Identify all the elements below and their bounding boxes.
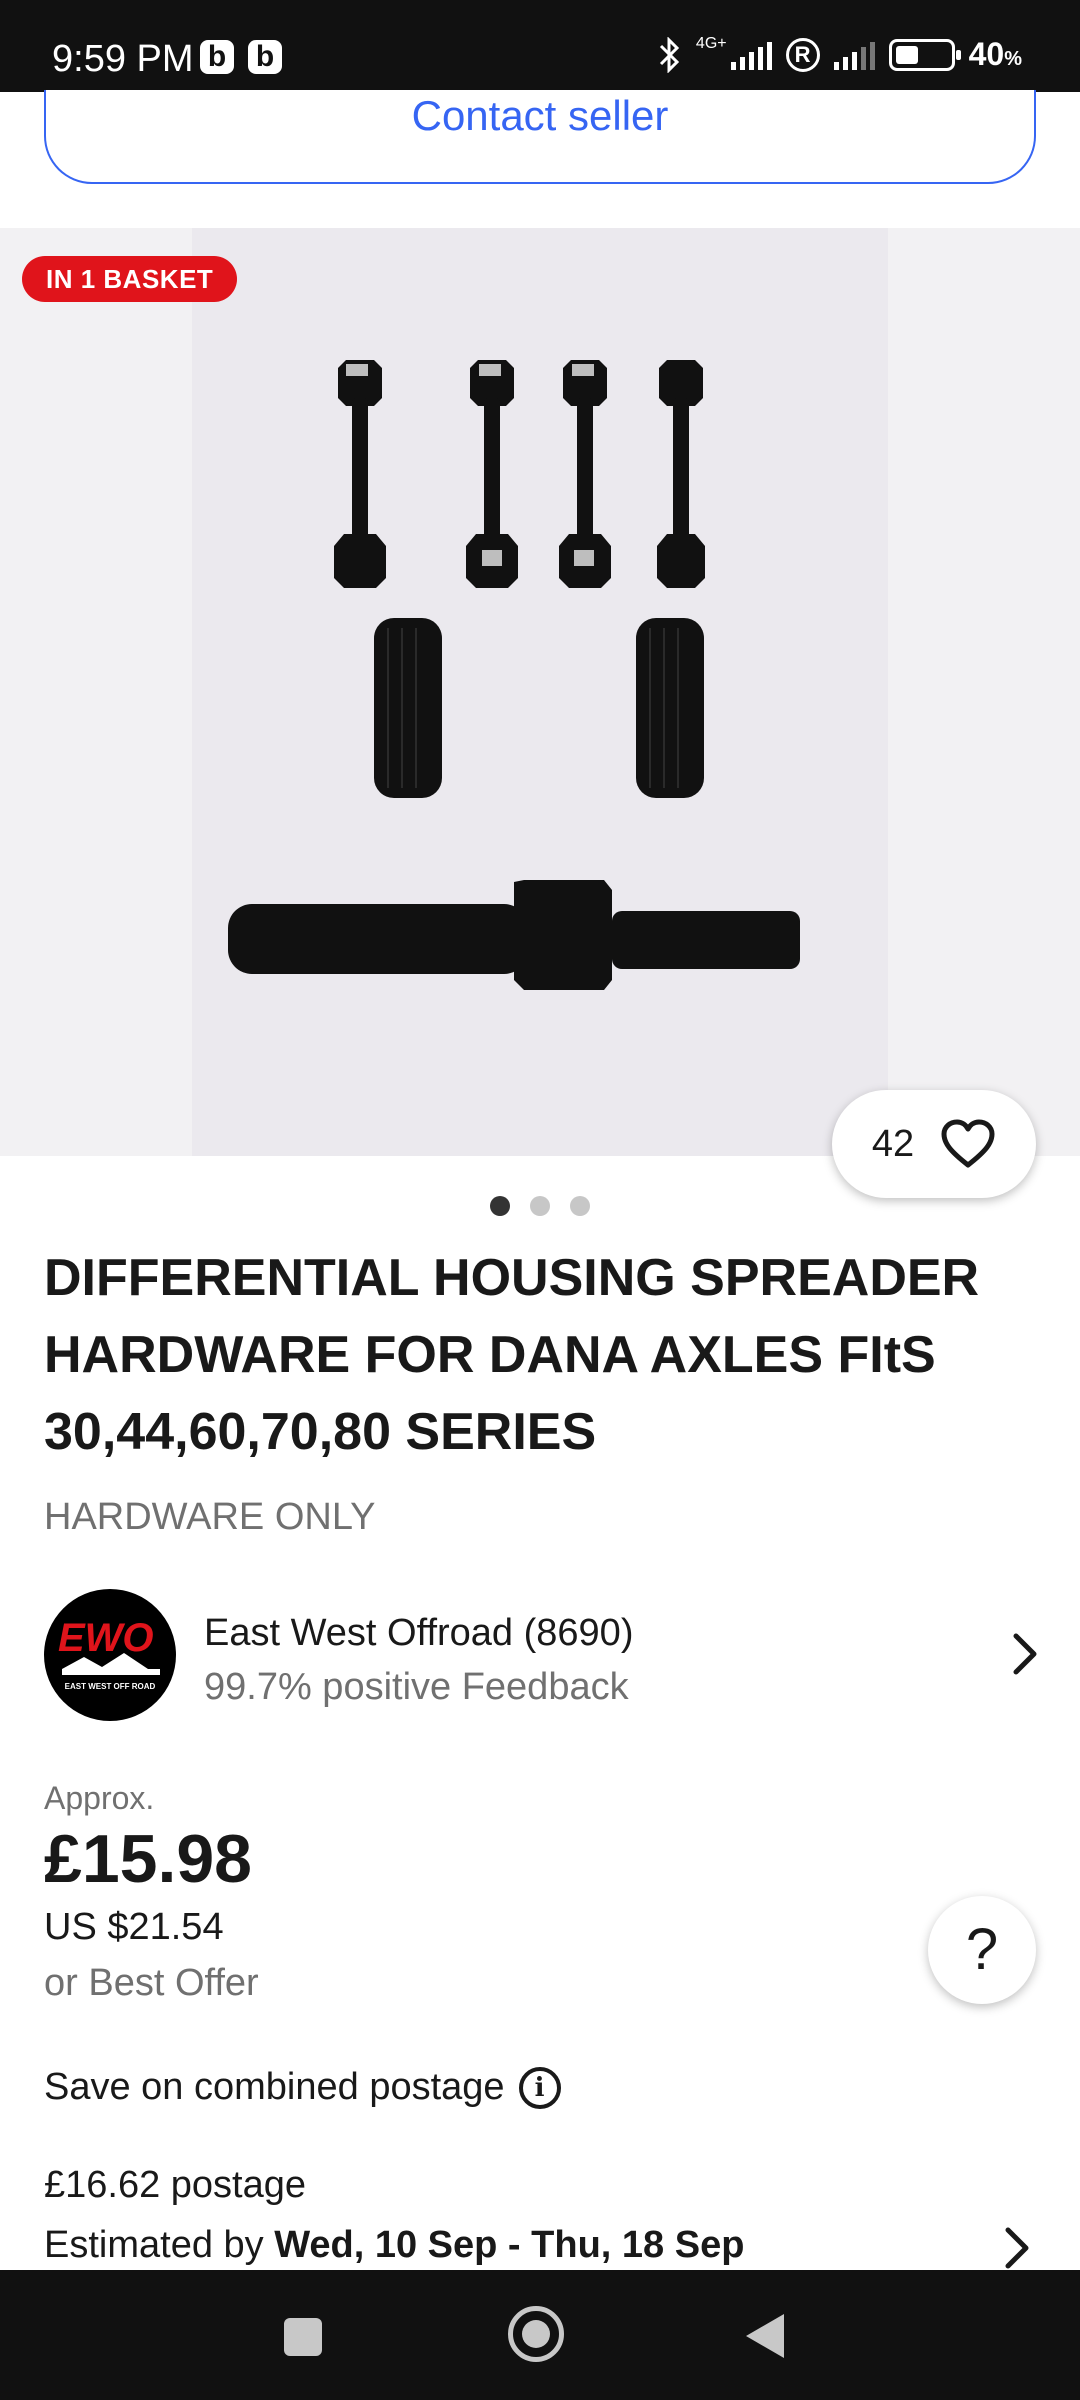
contact-seller-button[interactable]: Contact seller [44, 90, 1036, 184]
battery-fill [895, 45, 918, 64]
best-offer-text: or Best Offer [44, 1962, 259, 2004]
recents-button[interactable] [284, 2318, 322, 2356]
watch-count: 42 [871, 1122, 915, 1165]
watch-button[interactable]: 42 [832, 1090, 1036, 1198]
gallery-dot[interactable] [490, 1196, 510, 1216]
signal-icon [833, 40, 875, 70]
postage-cost: £16.62 postage [44, 2164, 307, 2206]
seller-row[interactable]: EWO EAST WEST OFF ROAD East West Offroad… [44, 1586, 1044, 1722]
estimated-dates: Wed, 10 Sep - Thu, 18 Sep [274, 2224, 745, 2266]
price-gbp: £15.98 [44, 1821, 252, 1897]
seller-feedback: 99.7% positive Feedback [204, 1666, 629, 1708]
price-usd: US $21.54 [44, 1906, 224, 1948]
home-button[interactable] [508, 2306, 564, 2362]
estimated-prefix: Estimated by [44, 2224, 275, 2266]
back-button[interactable] [746, 2314, 784, 2358]
hardware-image [228, 360, 800, 990]
seller-logo-subtext: EAST WEST OFF ROAD [65, 1682, 156, 1691]
battery-percent: 40% [968, 36, 1022, 72]
app-notification-icon: b [248, 40, 282, 74]
network-type: 4G+ [695, 35, 727, 52]
gallery-dot[interactable] [530, 1196, 550, 1216]
gallery-pagination[interactable] [0, 1196, 1080, 1216]
listing-subtitle: HARDWARE ONLY [44, 1496, 376, 1538]
help-button[interactable]: ? [928, 1896, 1036, 2004]
estimated-delivery: Estimated by Wed, 10 Sep - Thu, 18 Sep [44, 2224, 744, 2267]
listing-title: DIFFERENTIAL HOUSING SPREADER HARDWARE F… [44, 1249, 980, 1461]
seller-logo-text: EWO [58, 1616, 154, 1660]
image-gallery[interactable]: IN 1 BASKET [0, 228, 1080, 1156]
chevron-right-icon[interactable] [1012, 1632, 1038, 1676]
status-time: 9:59 PM [52, 38, 194, 80]
in-basket-badge: IN 1 BASKET [22, 256, 238, 302]
battery-icon [888, 38, 961, 71]
gallery-dot[interactable] [570, 1196, 590, 1216]
bluetooth-icon [659, 36, 680, 73]
registered-icon: R [785, 37, 820, 72]
status-bar: 9:59 PM b b 4G+ R 40% [0, 0, 1080, 92]
signal-icon [730, 40, 772, 70]
price-approx-label: Approx. [44, 1780, 155, 1816]
combined-postage-row[interactable]: Save on combined postage i [44, 2066, 561, 2109]
heart-icon [941, 1119, 995, 1168]
seller-avatar: EWO EAST WEST OFF ROAD [44, 1589, 176, 1721]
app-notification-icon: b [200, 40, 234, 74]
status-icons: 4G+ R 40% [658, 36, 1022, 73]
info-icon[interactable]: i [518, 2066, 561, 2109]
seller-name[interactable]: East West Offroad (8690) [204, 1612, 633, 1655]
combined-postage-label: Save on combined postage [44, 2066, 505, 2108]
product-photo[interactable] [192, 228, 888, 1156]
chevron-right-icon[interactable] [1004, 2226, 1030, 2270]
system-nav-bar [0, 2270, 1080, 2400]
